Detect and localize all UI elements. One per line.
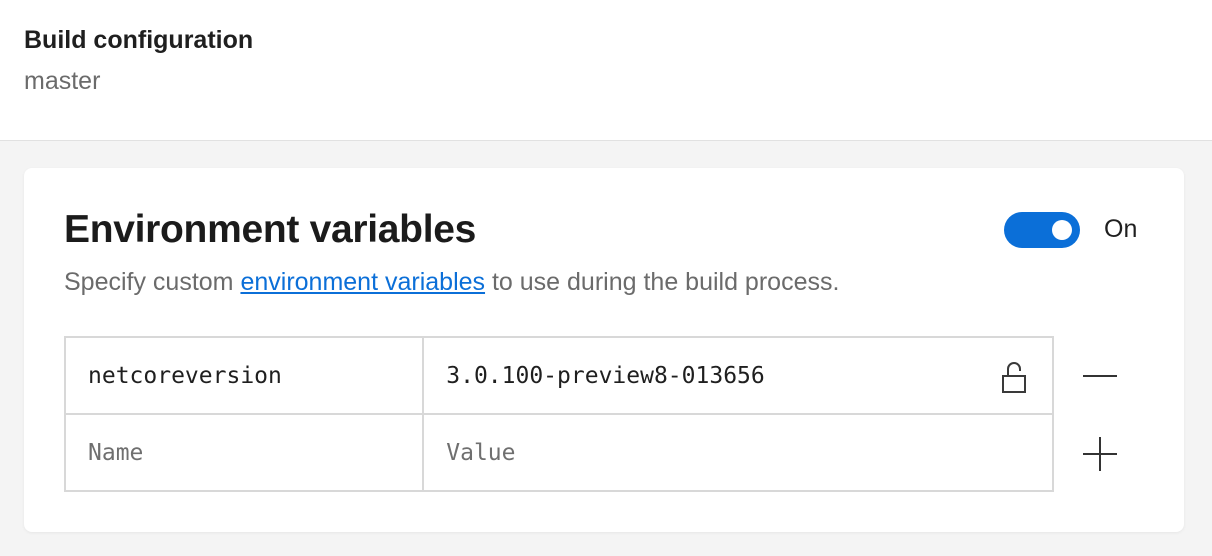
- new-variable-value-input[interactable]: [424, 415, 1052, 490]
- environment-variables-toggle[interactable]: [1004, 212, 1080, 248]
- variable-value-input[interactable]: [424, 338, 1052, 413]
- table-row: [63, 413, 1054, 492]
- section-title: Environment variables: [64, 208, 477, 251]
- lock-open-icon[interactable]: [1002, 360, 1026, 394]
- branch-name: master: [24, 67, 101, 95]
- name-cell: [63, 413, 425, 492]
- remove-variable-button[interactable]: [1080, 356, 1120, 396]
- toggle-knob: [1052, 220, 1072, 240]
- name-cell: [63, 336, 425, 415]
- description-suffix: to use during the build process.: [485, 268, 840, 296]
- environment-variables-card: Environment variables On Specify custom …: [24, 168, 1184, 532]
- value-cell: [422, 413, 1054, 492]
- page-title: Build configuration: [24, 26, 254, 54]
- environment-variables-link[interactable]: environment variables: [240, 268, 485, 296]
- value-cell: [422, 336, 1054, 415]
- table-row: [63, 336, 1054, 415]
- new-variable-name-input[interactable]: [66, 415, 423, 490]
- environment-variables-table: [63, 336, 1054, 492]
- build-configuration-header: Build configuration master: [0, 0, 1212, 141]
- toggle-label: On: [1104, 215, 1138, 243]
- add-variable-button[interactable]: [1080, 434, 1120, 474]
- variable-name-input[interactable]: [66, 338, 423, 413]
- description-prefix: Specify custom: [64, 268, 241, 296]
- section-description: Specify custom environment variables to …: [64, 268, 839, 297]
